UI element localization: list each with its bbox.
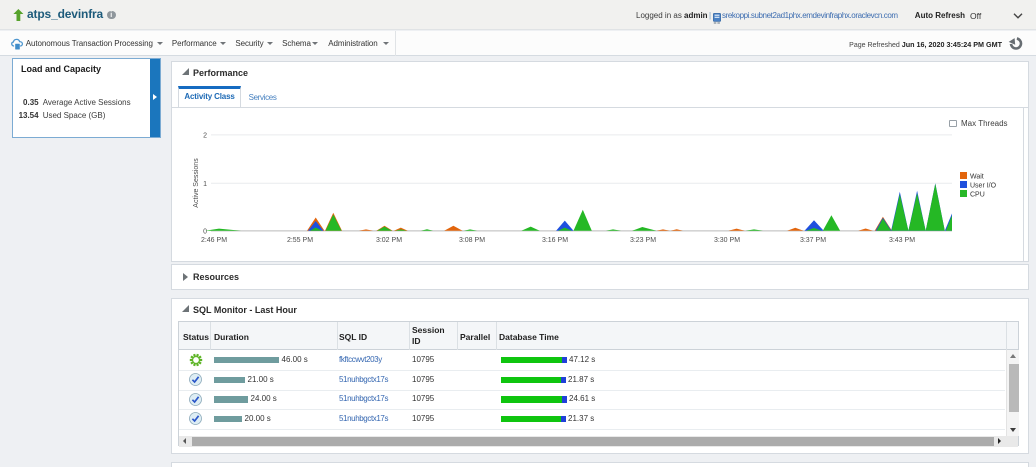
svg-text:3:16 PM: 3:16 PM: [542, 237, 568, 244]
svg-text:2: 2: [203, 132, 207, 139]
svg-text:Wait: Wait: [970, 173, 984, 180]
svg-text:2:46 PM: 2:46 PM: [201, 237, 227, 244]
svg-text:3:37 PM: 3:37 PM: [800, 237, 826, 244]
svg-text:1: 1: [203, 181, 207, 188]
svg-text:3:08 PM: 3:08 PM: [459, 237, 485, 244]
svg-text:CPU: CPU: [970, 191, 985, 198]
svg-text:User I/O: User I/O: [970, 182, 997, 189]
svg-text:3:30 PM: 3:30 PM: [714, 237, 740, 244]
svg-text:Active Sessions: Active Sessions: [193, 157, 200, 207]
svg-text:3:43 PM: 3:43 PM: [889, 237, 915, 244]
svg-text:2:55 PM: 2:55 PM: [287, 237, 313, 244]
svg-text:3:02 PM: 3:02 PM: [376, 237, 402, 244]
svg-text:3:23 PM: 3:23 PM: [630, 237, 656, 244]
svg-text:0: 0: [203, 228, 207, 235]
